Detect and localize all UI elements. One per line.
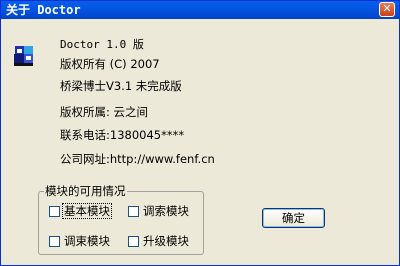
checkbox-label: 基本模块 [62,203,112,219]
checkbox-box[interactable] [128,235,139,247]
copyright-text: 版权所有 (C) 2007 [60,57,160,71]
checkbox-cable-module[interactable]: 调索模块 [128,204,190,218]
window-title: 关于 Doctor [6,3,81,17]
checkbox-upgrade-module[interactable]: 升级模块 [128,234,190,248]
checkbox-box[interactable] [128,205,139,217]
website-text: 公司网址:http://www.fenf.cn [60,152,215,166]
title-bar[interactable]: 关于 Doctor ✕ [1,1,399,19]
modules-legend: 模块的可用情况 [44,184,127,198]
close-icon: ✕ [382,2,392,15]
checkbox-tendon-module[interactable]: 调束模块 [49,234,111,248]
about-dialog: 关于 Doctor ✕ Doctor 1.0 版 版权所有 (C) 2007 桥… [0,0,400,266]
checkbox-box[interactable] [49,205,60,217]
phone-text: 联系电话:1380045**** [60,128,185,142]
checkbox-label: 调束模块 [64,234,110,248]
checkbox-label: 升级模块 [143,234,189,248]
ok-button[interactable]: 确定 [262,208,325,228]
checkbox-basic-module[interactable]: 基本模块 [49,203,112,219]
checkbox-label: 调索模块 [143,204,189,218]
edition-text: 桥梁博士V3.1 未完成版 [60,79,182,93]
owner-text: 版权所属: 云之间 [60,105,149,119]
close-button[interactable]: ✕ [379,2,395,17]
app-icon [14,46,33,66]
checkbox-box[interactable] [49,235,60,247]
product-version: Doctor 1.0 版 [60,38,144,51]
modules-groupbox: 模块的可用情况 基本模块 调索模块 调束模块 升级模块 [38,184,204,255]
